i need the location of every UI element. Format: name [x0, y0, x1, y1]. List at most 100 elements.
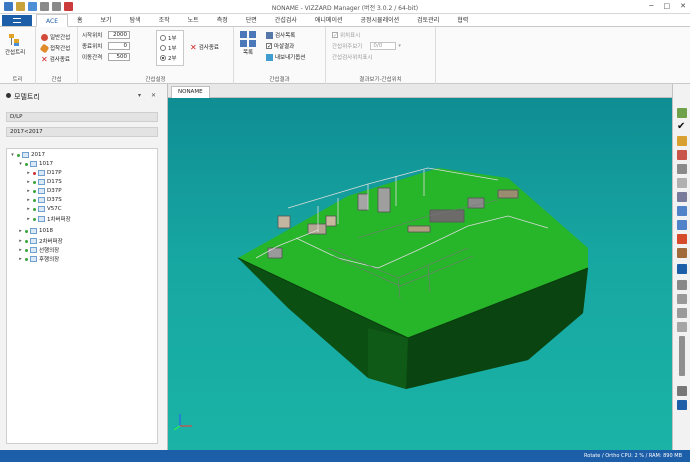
check-list-item[interactable]: 검사목록 [266, 31, 295, 39]
tree-node[interactable]: ▸ 2차버퍼장 [18, 237, 63, 245]
tree-node-label: 2차버퍼장 [39, 239, 63, 245]
document-tab-strip: NONAME [168, 84, 672, 98]
document-tab[interactable]: NONAME [171, 86, 210, 98]
tab-view[interactable]: 보기 [92, 14, 121, 27]
move-step-input[interactable]: 500 [108, 53, 130, 61]
tree-node[interactable]: ▸ V57C [26, 206, 62, 212]
expand-icon[interactable]: ▸ [18, 228, 23, 234]
grid-icon[interactable] [677, 220, 687, 230]
checkmark-icon[interactable]: ✔ [677, 122, 687, 132]
file-menu-button[interactable] [2, 15, 32, 26]
tree-node[interactable]: ▸ D17P [26, 170, 62, 176]
contact-clash-button[interactable]: 접착간섭 [39, 43, 70, 53]
document-icon[interactable] [677, 294, 687, 304]
expand-icon[interactable]: ▸ [26, 188, 31, 194]
tab-review[interactable]: 검토관리 [408, 14, 448, 27]
ribbon-group-settings: 시작위치 2000 종료위치 0 이동간격 500 1부 1부 2부 ✕ 검사종… [78, 27, 234, 84]
paint-icon[interactable] [677, 136, 687, 146]
expand-icon[interactable]: ▸ [18, 256, 23, 262]
tree-node[interactable]: ▸ 후행의장 [18, 255, 59, 263]
tab-ace[interactable]: ACE [36, 14, 68, 27]
copy-icon[interactable] [677, 280, 687, 290]
list-icon [266, 31, 273, 39]
screen-icon[interactable] [677, 386, 687, 396]
tab-clash[interactable]: 간섭검사 [266, 14, 306, 27]
pencil-icon[interactable] [677, 108, 687, 118]
vertical-slider[interactable] [679, 336, 685, 376]
tab-navigate[interactable]: 탐색 [121, 14, 150, 27]
radio-part-b[interactable]: 1부 [160, 44, 177, 52]
window-controls: ─ □ ✕ [649, 2, 686, 10]
axis-indicator [173, 414, 192, 431]
expand-icon[interactable]: ▸ [26, 216, 31, 222]
tab-note[interactable]: 노트 [179, 14, 208, 27]
tab-process-sim[interactable]: 공정시뮬레이션 [352, 14, 409, 27]
start-position-input[interactable]: 2000 [108, 31, 130, 39]
section-icon[interactable] [677, 192, 687, 202]
record-icon[interactable] [677, 234, 687, 244]
close-button[interactable]: ✕ [680, 2, 686, 10]
line-icon[interactable] [677, 164, 687, 174]
expand-icon[interactable]: ▸ [18, 247, 23, 253]
collapse-icon[interactable]: ▾ [18, 161, 23, 167]
folder-icon [30, 161, 37, 167]
status-dot-icon [33, 198, 36, 202]
radio-part-c[interactable]: 2부 [160, 54, 177, 62]
settings-icon[interactable] [677, 400, 687, 410]
3d-viewport[interactable] [168, 98, 672, 450]
filter-field[interactable]: D/LP [6, 112, 158, 122]
results-list-button[interactable]: 목록 [240, 31, 256, 56]
grid-list-icon [240, 31, 256, 47]
clash-position-display-item[interactable]: 간섭검사위치표시 [332, 53, 372, 61]
general-clash-icon [41, 33, 48, 41]
general-clash-button[interactable]: 일반간섭 [41, 33, 70, 41]
settings-stop-button[interactable]: ✕ 검사종료 [190, 43, 219, 51]
model-path-field[interactable]: 2017<2017 [6, 127, 158, 137]
tree-node[interactable]: ▸ 1018 [18, 228, 53, 234]
folder-icon [38, 188, 45, 194]
marker-icon[interactable] [677, 150, 687, 160]
checkbox-checked: ✓ [332, 32, 339, 39]
panel-controls[interactable]: ▾ ✕ [138, 92, 160, 99]
tree-node[interactable]: ▸ D37S [26, 197, 62, 203]
expand-icon[interactable]: ▸ [26, 179, 31, 185]
marshal-result-item[interactable]: ✓ 마샬결과 [266, 42, 294, 50]
clash-focus-view-item[interactable]: 간섭위주보기 0/0 ▾ [332, 42, 401, 50]
tab-measure[interactable]: 측정 [208, 14, 237, 27]
clash-index-select[interactable]: 0/0 [370, 42, 397, 50]
layer-icon[interactable] [677, 206, 687, 216]
tree-node[interactable]: ▸ 1차버퍼장 [26, 215, 71, 223]
tab-collab[interactable]: 협력 [448, 14, 477, 27]
expand-icon[interactable]: ▸ [18, 238, 23, 244]
stop-check-button[interactable]: ✕ 검사종료 [41, 55, 70, 63]
export-options-item[interactable]: 내보내기옵션 [266, 53, 305, 61]
expand-icon[interactable]: ▸ [26, 197, 31, 203]
tab-home[interactable]: 홈 [68, 14, 92, 27]
minimize-button[interactable]: ─ [649, 2, 653, 10]
status-dot-icon [33, 180, 36, 184]
active-tool-icon[interactable] [677, 264, 687, 274]
expand-icon[interactable]: ▸ [26, 206, 31, 212]
measure-icon[interactable] [677, 178, 687, 188]
tab-animation[interactable]: 애니메이션 [306, 14, 352, 27]
maximize-button[interactable]: □ [664, 2, 671, 10]
expand-icon[interactable]: ▸ [26, 170, 31, 176]
show-position-item[interactable]: ✓ 위치표시 [332, 31, 360, 39]
tree-node[interactable]: ▸ D17S [26, 179, 62, 185]
radio-part-a[interactable]: 1부 [160, 34, 177, 42]
menu-icon [13, 18, 21, 23]
link-icon[interactable] [677, 322, 687, 332]
tree-node[interactable]: ▸ D37P [26, 188, 62, 194]
status-bar: Rotate / Ortho CPU: 2 % / RAM: 890 MB [0, 450, 690, 462]
end-position-input[interactable]: 0 [108, 42, 130, 50]
tree-node[interactable]: ▾ 2017 [10, 152, 45, 158]
tab-section[interactable]: 단면 [237, 14, 266, 27]
tree-node[interactable]: ▸ 선행의장 [18, 246, 59, 254]
tab-manipulate[interactable]: 조작 [150, 14, 179, 27]
collapse-icon[interactable]: ▾ [10, 152, 15, 158]
clash-tree-button[interactable]: 간섭트리 [5, 33, 25, 56]
tag-icon[interactable] [677, 308, 687, 318]
tree-node[interactable]: ▾ 1017 [18, 161, 53, 167]
box-icon[interactable] [677, 248, 687, 258]
right-toolbar: ✔ [672, 84, 690, 450]
